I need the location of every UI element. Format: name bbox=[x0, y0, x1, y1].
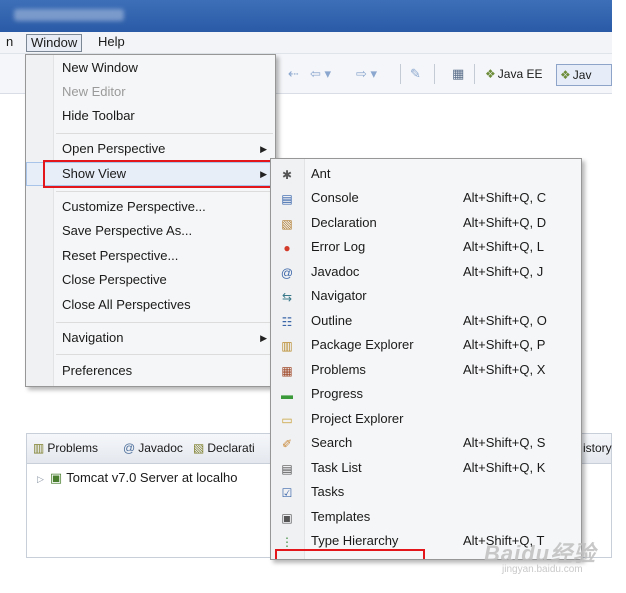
tab-history[interactable]: istory bbox=[583, 441, 612, 455]
submenu-arrow-icon: ▶ bbox=[260, 144, 267, 154]
console-icon: ▤ bbox=[281, 192, 293, 206]
tab-declaration[interactable]: ▧ Declarati bbox=[193, 441, 255, 455]
project-explorer-icon: ▭ bbox=[281, 413, 293, 427]
tab-problems[interactable]: ▥ Problems bbox=[33, 441, 98, 455]
view-item-declaration[interactable]: ▧ Declaration Alt+Shift+Q, D bbox=[271, 211, 581, 235]
blurred-title bbox=[14, 9, 124, 21]
search-icon: ✐ bbox=[281, 437, 293, 451]
templates-icon: ▣ bbox=[281, 511, 293, 525]
menu-window[interactable]: Window bbox=[26, 34, 83, 52]
next-item-highlight-box bbox=[275, 549, 425, 559]
javadoc-icon: @ bbox=[280, 266, 294, 280]
menu-item-open-perspective[interactable]: Open Perspective ▶ bbox=[26, 137, 275, 161]
menu-item-reset-perspective[interactable]: Reset Perspective... bbox=[26, 244, 275, 268]
package-explorer-icon: ▥ bbox=[281, 339, 293, 353]
watermark: Baidu经验 jingyan.baidu.com bbox=[478, 530, 618, 580]
toolbar-separator bbox=[434, 64, 435, 84]
view-item-package-explorer[interactable]: ▥ Package Explorer Alt+Shift+Q, P bbox=[271, 333, 581, 357]
toolbar-separator bbox=[474, 64, 475, 84]
watermark-url: jingyan.baidu.com bbox=[502, 564, 583, 575]
java-perspective-icon: ❖ bbox=[560, 68, 571, 82]
progress-icon: ▬ bbox=[281, 388, 293, 402]
view-item-problems[interactable]: ▦ Problems Alt+Shift+Q, X bbox=[271, 358, 581, 382]
toolbar-separator bbox=[400, 64, 401, 84]
menu-item-close-all-perspectives[interactable]: Close All Perspectives bbox=[26, 293, 275, 317]
menu-item-close-perspective[interactable]: Close Perspective bbox=[26, 268, 275, 292]
view-item-javadoc[interactable]: @ Javadoc Alt+Shift+Q, J bbox=[271, 260, 581, 284]
show-view-highlight-box bbox=[43, 160, 272, 188]
view-item-progress[interactable]: ▬ Progress bbox=[271, 382, 581, 406]
navigator-icon: ⇆ bbox=[281, 290, 293, 304]
view-item-navigator[interactable]: ⇆ Navigator bbox=[271, 284, 581, 308]
perspective-label: Jav bbox=[572, 68, 592, 82]
expand-arrow-icon[interactable]: ▷ bbox=[37, 474, 44, 484]
server-icon: ▣ bbox=[49, 470, 63, 485]
menu-separator bbox=[56, 133, 273, 134]
view-item-outline[interactable]: ☷ Outline Alt+Shift+Q, O bbox=[271, 309, 581, 333]
menu-item-hide-toolbar[interactable]: Hide Toolbar bbox=[26, 104, 275, 128]
problems-icon: ▥ bbox=[33, 441, 45, 455]
view-item-templates[interactable]: ▣ Templates bbox=[271, 505, 581, 529]
menu-bar: n Window Help bbox=[0, 32, 612, 54]
submenu-arrow-icon: ▶ bbox=[260, 333, 267, 343]
perspective-java[interactable]: ❖ Jav bbox=[556, 64, 612, 86]
java-ee-perspective-icon: ❖ bbox=[485, 67, 496, 81]
menu-cut-item: n bbox=[6, 34, 14, 49]
type-hierarchy-icon: ⋮ bbox=[281, 535, 293, 549]
declaration-icon: ▧ bbox=[193, 441, 205, 455]
view-item-console[interactable]: ▤ Console Alt+Shift+Q, C bbox=[271, 186, 581, 210]
tab-javadoc[interactable]: @ Javadoc bbox=[123, 441, 183, 455]
menu-separator bbox=[56, 191, 273, 192]
menu-item-navigation[interactable]: Navigation ▶ bbox=[26, 326, 275, 350]
open-perspective-icon[interactable]: ▦ bbox=[452, 66, 464, 82]
view-item-project-explorer[interactable]: ▭ Project Explorer bbox=[271, 407, 581, 431]
perspective-label: Java EE bbox=[497, 67, 543, 81]
ant-icon: ✱ bbox=[281, 168, 293, 182]
error-log-icon: ● bbox=[283, 241, 291, 255]
javadoc-icon: @ bbox=[123, 441, 136, 455]
menu-help[interactable]: Help bbox=[94, 34, 129, 52]
menu-item-new-editor: New Editor bbox=[62, 84, 126, 99]
perspective-java-ee[interactable]: ❖ Java EE bbox=[482, 64, 545, 86]
problems-icon: ▦ bbox=[281, 364, 293, 378]
show-view-submenu: ✱ Ant ▤ Console Alt+Shift+Q, C ▧ Declara… bbox=[270, 158, 582, 560]
menu-item-customize-perspective[interactable]: Customize Perspective... bbox=[26, 195, 275, 219]
task-list-icon: ▤ bbox=[281, 462, 293, 476]
menu-separator bbox=[56, 322, 273, 323]
menu-separator bbox=[56, 354, 273, 355]
toolbar-nav-icon[interactable]: ⇠ bbox=[288, 66, 299, 82]
view-item-tasks[interactable]: ☑ Tasks bbox=[271, 480, 581, 504]
tasks-icon: ☑ bbox=[281, 486, 293, 500]
back-icon[interactable]: ⇦ ▾ bbox=[310, 66, 331, 82]
menu-item-preferences[interactable]: Preferences bbox=[26, 359, 275, 383]
view-item-ant[interactable]: ✱ Ant bbox=[271, 162, 581, 186]
view-item-search[interactable]: ✐ Search Alt+Shift+Q, S bbox=[271, 431, 581, 455]
window-title-bar bbox=[0, 0, 612, 32]
view-item-error-log[interactable]: ● Error Log Alt+Shift+Q, L bbox=[271, 235, 581, 259]
view-item-task-list[interactable]: ▤ Task List Alt+Shift+Q, K bbox=[271, 456, 581, 480]
window-menu-dropdown: New Window New Editor Hide Toolbar Open … bbox=[25, 54, 276, 387]
outline-icon: ☷ bbox=[281, 315, 293, 329]
declaration-icon: ▧ bbox=[281, 217, 293, 231]
menu-item-new-window[interactable]: New Window bbox=[26, 56, 275, 80]
menu-item-save-perspective[interactable]: Save Perspective As... bbox=[26, 219, 275, 243]
server-list-item[interactable]: ▷ ▣ Tomcat v7.0 Server at localho bbox=[37, 470, 237, 486]
forward-icon[interactable]: ⇨ ▾ bbox=[356, 66, 377, 82]
pin-icon[interactable]: ✎ bbox=[410, 66, 421, 82]
